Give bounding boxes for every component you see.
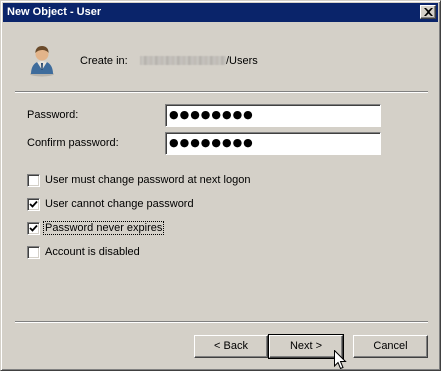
checkbox[interactable] <box>27 246 40 259</box>
close-button[interactable] <box>420 5 436 19</box>
redacted-domain <box>140 56 226 65</box>
confirm-password-input[interactable]: ●●●●●●●● <box>165 132 381 155</box>
checkbox[interactable] <box>27 198 40 211</box>
create-in-path-suffix: /Users <box>226 55 258 67</box>
next-button[interactable]: Next > <box>268 334 344 359</box>
mouse-pointer-icon <box>334 350 347 370</box>
window-title: New Object - User <box>7 6 102 18</box>
user-icon <box>30 46 54 77</box>
option-label: User must change password at next logon <box>45 174 251 186</box>
option-label: User cannot change password <box>45 198 194 210</box>
close-icon <box>424 8 433 16</box>
option-label: Password never expires <box>42 221 165 235</box>
password-input[interactable]: ●●●●●●●● <box>165 104 381 127</box>
checkbox[interactable] <box>27 222 40 235</box>
create-in-path: /Users <box>140 55 258 67</box>
bottom-separator <box>15 321 428 323</box>
confirm-password-label: Confirm password: <box>27 137 119 149</box>
back-button[interactable]: < Back <box>194 335 268 358</box>
checkmark-icon <box>29 200 38 208</box>
title-bar[interactable]: New Object - User <box>3 3 438 22</box>
password-label: Password: <box>27 109 79 121</box>
option-label: Account is disabled <box>45 246 140 258</box>
top-separator <box>15 91 428 93</box>
new-object-user-dialog: New Object - User Create in: /Users Pass… <box>0 0 441 371</box>
checkmark-icon <box>29 224 38 232</box>
create-in-label: Create in: <box>80 55 128 67</box>
cancel-button[interactable]: Cancel <box>353 335 428 358</box>
checkbox[interactable] <box>27 174 40 187</box>
